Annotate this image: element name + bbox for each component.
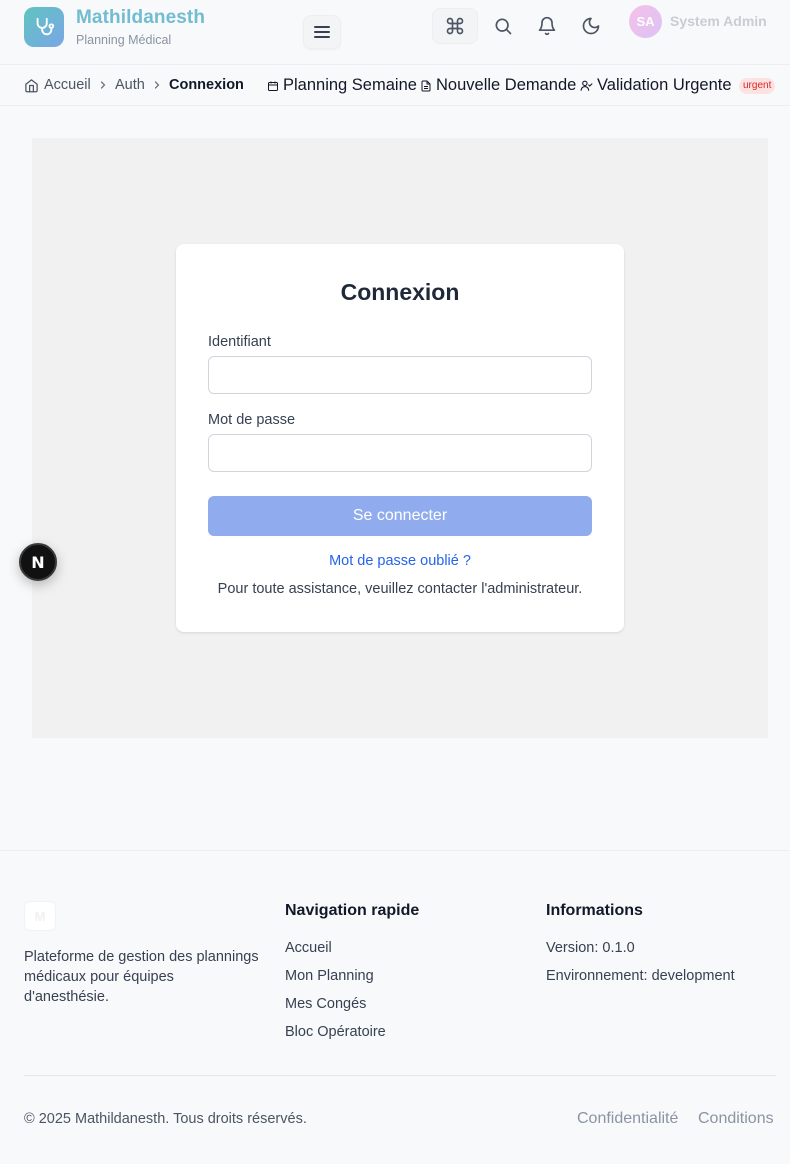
footer-link-mes-conges[interactable]: Mes Congés	[285, 996, 366, 1012]
footer-divider	[24, 1075, 776, 1076]
moon-icon	[582, 17, 600, 35]
footer-logo: M	[24, 901, 56, 931]
assistance-text: Pour toute assistance, veuillez contacte…	[217, 581, 583, 597]
footer-description: Plateforme de gestion des plannings médi…	[24, 949, 259, 1005]
quick-link-label: Validation Urgente	[597, 76, 732, 94]
app-logo[interactable]	[24, 7, 64, 47]
terms-link[interactable]: Conditions	[698, 1110, 774, 1128]
login-card: Connexion Identifiant Mot de passe Se co…	[176, 244, 624, 632]
brand-subtitle: Planning Médical	[76, 33, 172, 47]
bell-icon	[538, 16, 556, 36]
calendar-icon	[268, 81, 278, 91]
footer-version: Version: 0.1.0	[546, 940, 635, 956]
user-name[interactable]: System Admin	[670, 13, 767, 29]
quick-link-label: Planning Semaine	[283, 76, 417, 94]
search-icon	[495, 18, 512, 35]
menu-toggle-button[interactable]	[303, 15, 341, 49]
breadcrumb-current: Connexion	[169, 77, 244, 93]
search-button[interactable]	[491, 14, 515, 38]
forgot-password-link[interactable]: Mot de passe oublié ?	[176, 553, 624, 569]
quick-link-validation-urgente[interactable]: Validation Urgente	[580, 76, 732, 95]
top-header: Mathildanesth Planning Médical SA System…	[0, 0, 790, 64]
footer-environment: Environnement: development	[546, 968, 735, 984]
command-palette-button[interactable]	[432, 8, 478, 44]
quick-link-label: Nouvelle Demande	[436, 76, 577, 94]
footer-link-bloc-operatoire[interactable]: Bloc Opératoire	[285, 1024, 386, 1040]
privacy-link[interactable]: Confidentialité	[577, 1110, 678, 1128]
brand-name[interactable]: Mathildanesth	[76, 7, 205, 29]
command-key-icon	[446, 17, 464, 35]
footer-info-title: Informations	[546, 902, 643, 919]
username-input[interactable]	[208, 356, 592, 394]
login-submit-button[interactable]: Se connecter	[208, 496, 592, 536]
urgent-badge: urgent	[739, 78, 776, 94]
quick-link-planning-semaine[interactable]: Planning Semaine	[267, 76, 417, 95]
theme-toggle-button[interactable]	[579, 14, 603, 38]
login-title: Connexion	[340, 279, 460, 305]
breadcrumb-home[interactable]: Accueil	[44, 77, 91, 93]
user-check-icon	[580, 80, 593, 91]
hamburger-menu-icon	[314, 26, 330, 38]
chevron-right-icon	[154, 81, 160, 89]
nextjs-dev-button[interactable]: N	[19, 543, 57, 581]
notifications-button[interactable]	[535, 14, 559, 38]
footer-link-accueil[interactable]: Accueil	[285, 940, 332, 956]
fab-letter: N	[31, 552, 45, 572]
username-label: Identifiant	[208, 334, 271, 350]
breadcrumb-auth[interactable]: Auth	[115, 77, 145, 93]
password-label: Mot de passe	[208, 412, 296, 428]
footer-nav-title: Navigation rapide	[285, 902, 420, 919]
stethoscope-icon	[36, 17, 55, 36]
document-icon	[421, 80, 431, 91]
user-avatar[interactable]: SA	[629, 5, 662, 38]
breadcrumb-bar: Accueil Auth Connexion Planning Semaine …	[0, 64, 790, 106]
password-input[interactable]	[208, 434, 592, 472]
home-icon	[25, 79, 38, 93]
copyright-text: © 2025 Mathildanesth. Tous droits réserv…	[24, 1111, 307, 1127]
chevron-right-icon	[100, 81, 106, 89]
quick-link-nouvelle-demande[interactable]: Nouvelle Demande	[420, 76, 576, 95]
footer-link-mon-planning[interactable]: Mon Planning	[285, 968, 374, 984]
